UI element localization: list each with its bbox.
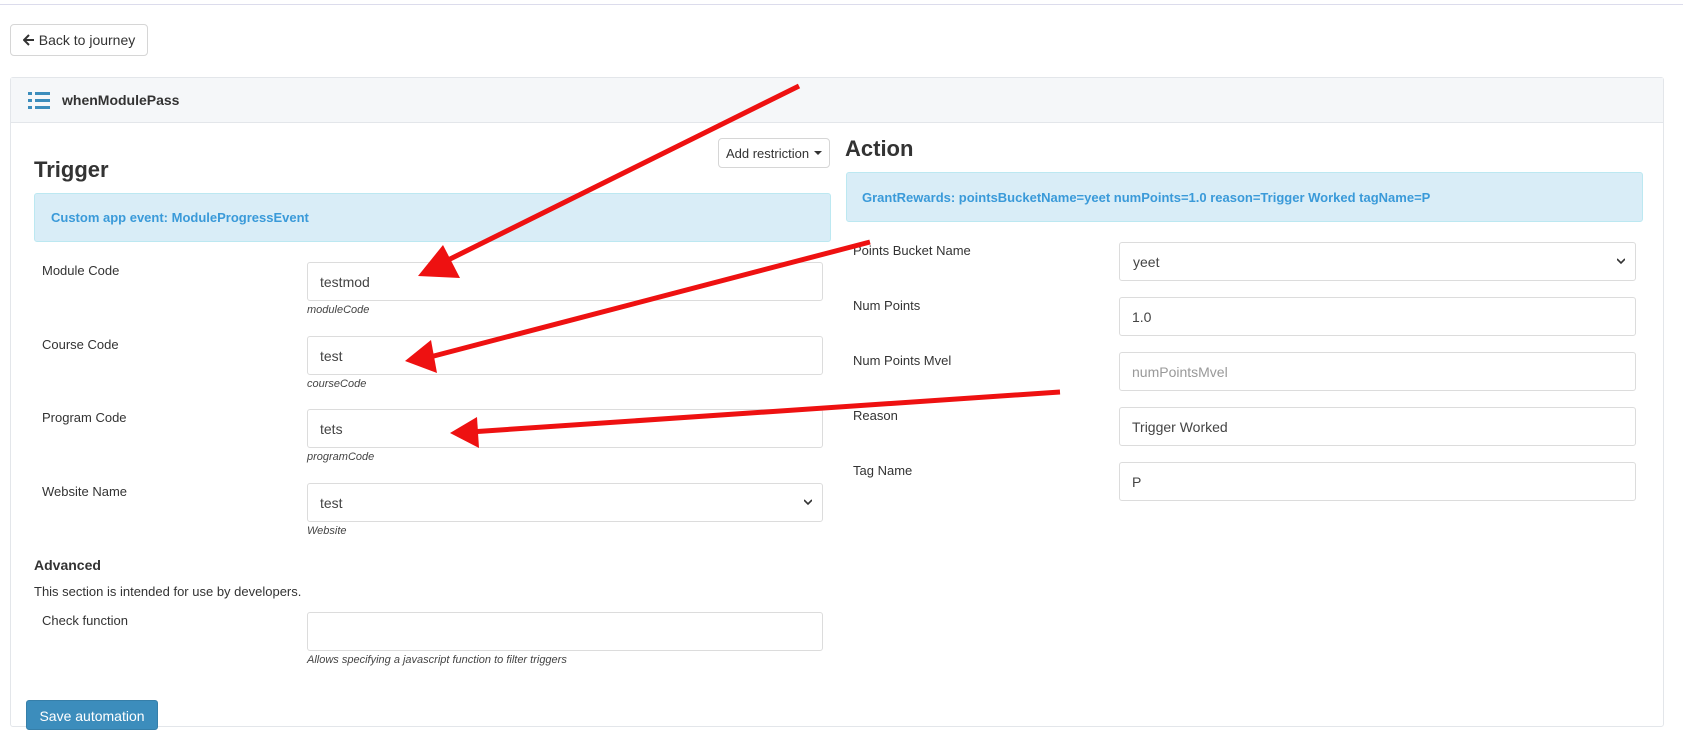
reason-input[interactable]: Trigger Worked [1119, 407, 1636, 446]
tag-name-value: P [1132, 473, 1142, 490]
module-code-value: testmod [320, 273, 370, 290]
module-code-help: moduleCode [307, 304, 370, 316]
course-code-help: courseCode [307, 378, 367, 390]
save-automation-button[interactable]: Save automation [26, 700, 158, 730]
action-heading: Action [845, 136, 914, 161]
top-border [0, 0, 1683, 5]
advanced-title: Advanced [34, 557, 101, 573]
check-function-input[interactable] [307, 612, 823, 651]
num-points-input[interactable]: 1.0 [1119, 297, 1636, 336]
module-code-input[interactable]: testmod [307, 262, 823, 301]
panel-title: whenModulePass [62, 92, 180, 108]
panel-header: whenModulePass [11, 78, 1663, 123]
program-code-label: Program Code [42, 410, 127, 425]
chevron-down-icon [1617, 258, 1625, 265]
trigger-event-alert: Custom app event: ModuleProgressEvent [34, 193, 831, 242]
module-code-label: Module Code [42, 263, 120, 278]
back-button-label: Back to journey [38, 32, 136, 48]
back-to-journey-button[interactable]: Back to journey [10, 24, 148, 56]
num-points-value: 1.0 [1132, 308, 1152, 325]
points-bucket-name-label: Points Bucket Name [853, 243, 971, 258]
chevron-down-icon [804, 499, 812, 506]
program-code-value: tets [320, 420, 343, 437]
course-code-input[interactable]: test [307, 336, 823, 375]
num-points-label: Num Points [853, 298, 921, 313]
points-bucket-name-value: yeet [1133, 253, 1160, 270]
website-name-label: Website Name [42, 484, 128, 499]
trigger-event-text: Custom app event: ModuleProgressEvent [51, 210, 309, 225]
list-icon [28, 92, 50, 109]
caret-down-icon [814, 151, 823, 155]
action-summary-text: GrantRewards: pointsBucketName=yeet numP… [862, 189, 1431, 205]
points-bucket-name-select[interactable]: yeet [1119, 242, 1636, 281]
num-points-mvel-input[interactable]: numPointsMvel [1119, 352, 1636, 391]
advanced-description: This section is intended for use by deve… [34, 584, 302, 599]
num-points-mvel-placeholder: numPointsMvel [1132, 363, 1228, 380]
check-function-label: Check function [42, 613, 128, 628]
website-name-select[interactable]: test [307, 483, 823, 522]
reason-label: Reason [853, 408, 898, 423]
website-name-help: Website [307, 525, 347, 537]
program-code-input[interactable]: tets [307, 409, 823, 448]
course-code-label: Course Code [42, 337, 119, 352]
arrow-left-icon [22, 34, 34, 46]
tag-name-label: Tag Name [853, 463, 913, 478]
trigger-heading: Trigger [34, 157, 109, 182]
course-code-value: test [320, 347, 343, 364]
reason-value: Trigger Worked [1132, 418, 1228, 435]
add-restriction-label: Add restriction [725, 145, 810, 161]
website-name-value: test [320, 494, 343, 511]
program-code-help: programCode [307, 451, 375, 463]
save-automation-label: Save automation [39, 708, 145, 724]
action-summary-alert: GrantRewards: pointsBucketName=yeet numP… [846, 172, 1643, 222]
num-points-mvel-label: Num Points Mvel [853, 353, 952, 368]
check-function-help: Allows specifying a javascript function … [307, 654, 567, 666]
tag-name-input[interactable]: P [1119, 462, 1636, 501]
add-restriction-button[interactable]: Add restriction [718, 138, 830, 168]
